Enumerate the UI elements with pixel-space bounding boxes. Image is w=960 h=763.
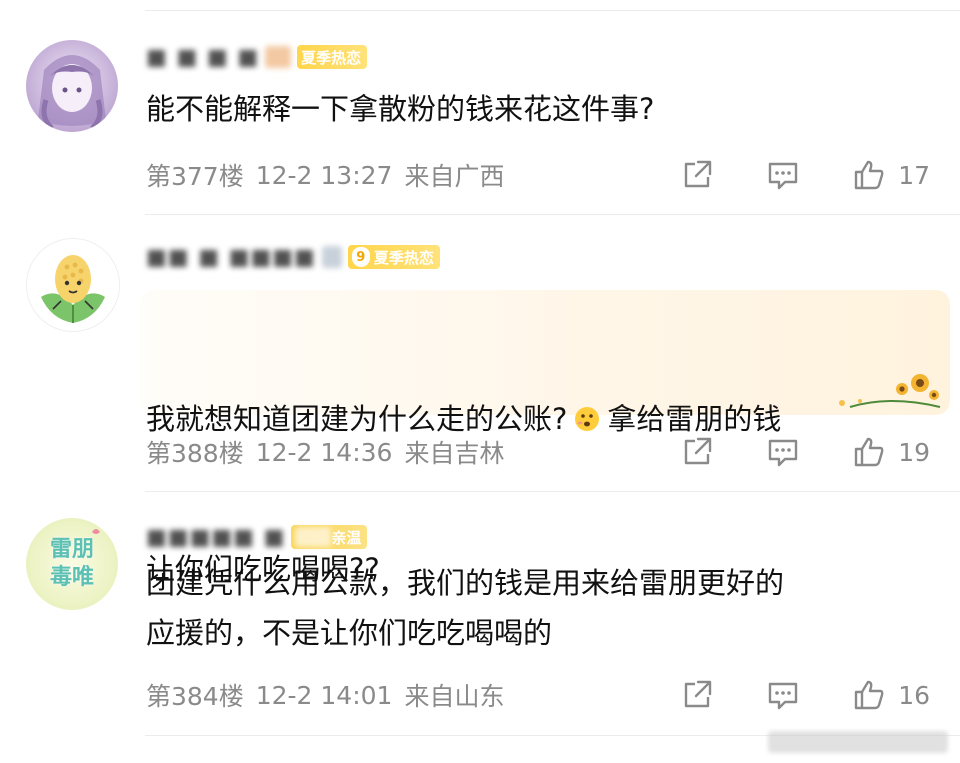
- thinking-face-emoji-icon: [575, 407, 600, 431]
- comment-meta: 第377楼 12-2 13:27 来自广西: [146, 155, 516, 195]
- comment-date: 12-2 14:01: [255, 680, 393, 710]
- redaction-block: [321, 246, 342, 268]
- comment-date: 12-2 13:27: [255, 160, 393, 190]
- comment-actions: 19: [628, 432, 930, 472]
- thumbs-up-icon[interactable]: [852, 158, 886, 192]
- share-out-icon[interactable]: [680, 158, 714, 192]
- fan-badge-label: 夏季热恋: [301, 48, 362, 67]
- username-row: ■■■■■ ■ 亲温: [146, 522, 368, 552]
- floor-number: 第377楼: [146, 162, 244, 191]
- redaction-block: [295, 527, 332, 547]
- thumbs-up-icon[interactable]: [852, 678, 886, 712]
- comment-text: 能不能解释一下拿散粉的钱来花这件事?: [146, 92, 655, 126]
- like-count: 19: [898, 437, 930, 467]
- avatar-label: 雷朋 毒唯: [49, 537, 94, 590]
- fan-badge-label: 亲温: [331, 528, 362, 547]
- username-redacted[interactable]: ■ ■ ■ ■: [146, 45, 259, 70]
- comment-divider: [145, 491, 960, 492]
- avatar[interactable]: [26, 238, 120, 332]
- watermark-redacted: [768, 731, 948, 753]
- thumbs-up-icon[interactable]: [852, 435, 886, 469]
- comment-bubble-icon[interactable]: [766, 158, 800, 192]
- comment-actions: 16: [628, 675, 930, 715]
- username-row: ■ ■ ■ ■ 夏季热恋: [146, 42, 368, 72]
- avatar[interactable]: [26, 40, 118, 132]
- comment-bubble-icon[interactable]: [766, 435, 800, 469]
- sunflower-decoration-icon: [839, 374, 941, 408]
- comment-location: 来自山东: [404, 682, 505, 711]
- like-count: 17: [898, 160, 930, 190]
- fan-badge-label: 夏季热恋: [373, 248, 434, 267]
- fan-badge[interactable]: 9 夏季热恋: [347, 245, 440, 269]
- top-divider: [145, 10, 960, 11]
- fan-badge[interactable]: 夏季热恋: [297, 45, 368, 69]
- floor-number: 第388楼: [146, 439, 244, 468]
- comment-actions: 17: [628, 155, 930, 195]
- avatar-anime-girl-image: [26, 40, 118, 132]
- comment-meta: 第384楼 12-2 14:01 来自山东: [146, 675, 516, 715]
- comment-date: 12-2 14:36: [255, 437, 393, 467]
- username-redacted[interactable]: ■■■■■ ■: [146, 525, 285, 550]
- username-row: ■■ ■ ■■■■ 9 夏季热恋: [146, 242, 440, 272]
- like-count: 16: [898, 680, 930, 710]
- fan-badge-level: 9: [351, 247, 370, 267]
- fan-badge[interactable]: 亲温: [291, 525, 368, 549]
- username-redacted[interactable]: ■■ ■ ■■■■: [146, 245, 316, 270]
- share-out-icon[interactable]: [680, 435, 714, 469]
- comment-text: 团建凭什么用公款，我们的钱是用来给雷朋更好的 应援的，不是让你们吃吃喝喝的: [146, 566, 785, 650]
- comment-bubble-icon[interactable]: [766, 678, 800, 712]
- redaction-block: [265, 46, 292, 68]
- comment-location: 来自广西: [404, 162, 505, 191]
- comment-divider: [145, 214, 960, 215]
- comment-location: 来自吉林: [404, 439, 505, 468]
- comment-meta: 第388楼 12-2 14:36 来自吉林: [146, 432, 516, 472]
- avatar-cartoon-mascot-image: [27, 239, 119, 331]
- share-out-icon[interactable]: [680, 678, 714, 712]
- floor-number: 第384楼: [146, 682, 244, 711]
